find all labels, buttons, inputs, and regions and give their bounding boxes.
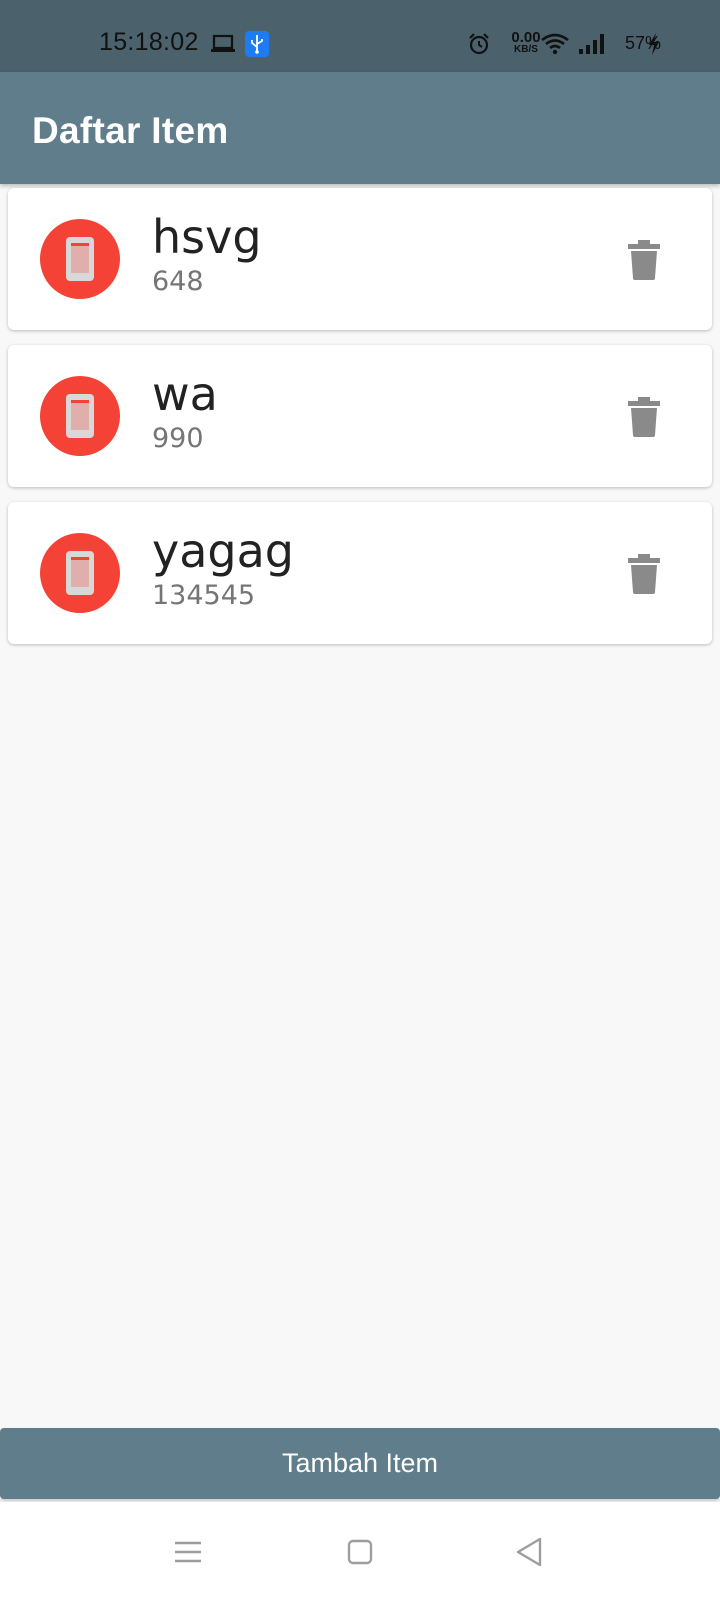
network-speed-unit: KB/S <box>514 44 538 55</box>
back-icon[interactable] <box>512 1534 548 1570</box>
item-name: hsvg <box>152 210 262 264</box>
phone-icon <box>66 394 94 438</box>
list-item[interactable]: wa 990 <box>8 345 712 487</box>
item-value: 134545 <box>152 580 256 611</box>
item-name: yagag <box>152 524 294 578</box>
trash-icon[interactable] <box>620 549 668 597</box>
home-icon[interactable] <box>342 1534 378 1570</box>
network-speed-value: 0.00 <box>511 29 541 46</box>
charging-icon <box>649 33 659 55</box>
menu-icon[interactable] <box>170 1534 206 1570</box>
item-avatar <box>40 376 120 456</box>
phone-icon <box>66 551 94 595</box>
trash-icon[interactable] <box>620 392 668 440</box>
system-nav-bar <box>0 1502 720 1600</box>
list-item[interactable]: hsvg 648 <box>8 188 712 330</box>
usb-icon <box>245 31 269 57</box>
add-item-button[interactable]: Tambah Item <box>0 1428 720 1499</box>
page-title: Daftar Item <box>32 110 229 151</box>
network-speed: 0.00 KB/S <box>508 30 544 55</box>
list-item[interactable]: yagag 134545 <box>8 502 712 644</box>
item-value: 648 <box>152 266 204 297</box>
status-bar: 15:18:02 0.00 KB/S 57% <box>0 0 720 72</box>
signal-icon <box>579 34 604 54</box>
trash-icon[interactable] <box>620 235 668 283</box>
app-bar: Daftar Item <box>0 72 720 184</box>
phone-icon <box>66 237 94 281</box>
item-name: wa <box>152 367 218 421</box>
status-time: 15:18:02 <box>99 28 199 56</box>
laptop-icon <box>211 34 235 52</box>
item-avatar <box>40 219 120 299</box>
item-value: 990 <box>152 423 204 454</box>
alarm-icon <box>469 33 489 55</box>
item-avatar <box>40 533 120 613</box>
wifi-icon <box>541 33 569 55</box>
